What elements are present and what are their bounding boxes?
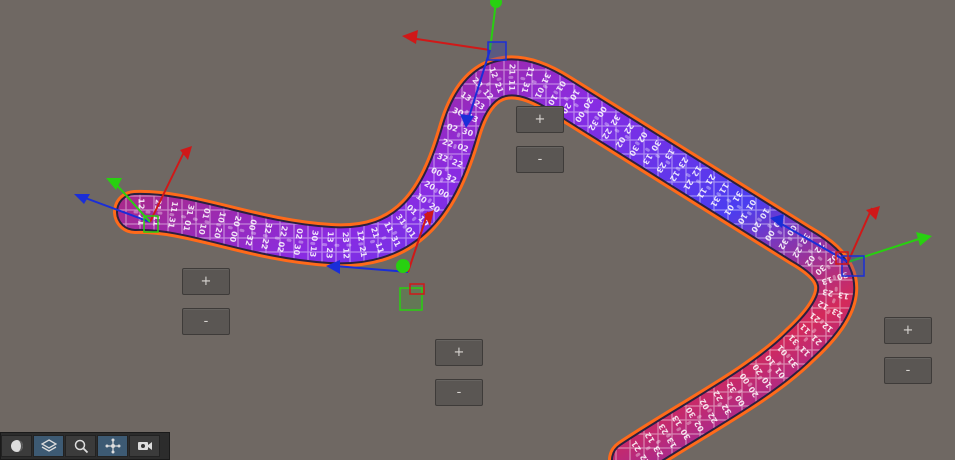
shading-mode-button[interactable] xyxy=(1,435,32,457)
tile-label: 13 xyxy=(325,231,335,243)
camera-view-button[interactable] xyxy=(129,435,160,457)
tile-label: 30 xyxy=(309,230,319,242)
layers-icon xyxy=(40,439,57,452)
tile-label: 22 xyxy=(278,225,289,238)
sphere-shading-icon xyxy=(10,440,23,452)
scene-toolbar xyxy=(0,432,170,460)
remove-node-button-1[interactable]: - xyxy=(182,308,230,335)
add-node-button-4[interactable]: + xyxy=(884,317,932,344)
tile-label: 31 xyxy=(166,216,177,229)
tile-label: 02 xyxy=(275,241,286,254)
tile-label: 11 xyxy=(169,201,180,214)
move-nodes-icon xyxy=(105,438,120,454)
x-arrow-icon xyxy=(402,30,418,44)
tile-label: 02 xyxy=(294,228,304,240)
tile-label: 13 xyxy=(308,246,318,258)
tile-label: 23 xyxy=(341,232,350,243)
tile-label: 30 xyxy=(291,243,302,256)
add-node-button-1[interactable]: + xyxy=(182,268,230,295)
tile-label: 11 xyxy=(507,80,516,92)
tile-label: 23 xyxy=(324,247,334,259)
add-node-button-3[interactable]: + xyxy=(435,339,483,366)
remove-node-button-3[interactable]: - xyxy=(435,379,483,406)
layers-button[interactable] xyxy=(33,435,64,457)
search-button[interactable] xyxy=(65,435,96,457)
tile-label: 12 xyxy=(341,248,350,259)
y-arrow-icon xyxy=(916,232,932,246)
spline-mesh[interactable]: 1221211111313101011010202000003232222202… xyxy=(113,55,859,460)
move-nodes-button[interactable] xyxy=(97,435,128,457)
tile-labels: 1221211111313101011010202000003232222202… xyxy=(136,64,849,460)
camera-view-icon xyxy=(137,442,152,450)
tile-label: 12 xyxy=(355,230,366,242)
tile-label: 21 xyxy=(358,245,369,258)
remove-node-button-2[interactable]: - xyxy=(516,146,564,173)
search-icon xyxy=(74,439,88,454)
remove-node-button-4[interactable]: - xyxy=(884,357,932,384)
add-node-button-2[interactable]: + xyxy=(516,106,564,133)
tile-label: 21 xyxy=(507,64,516,76)
